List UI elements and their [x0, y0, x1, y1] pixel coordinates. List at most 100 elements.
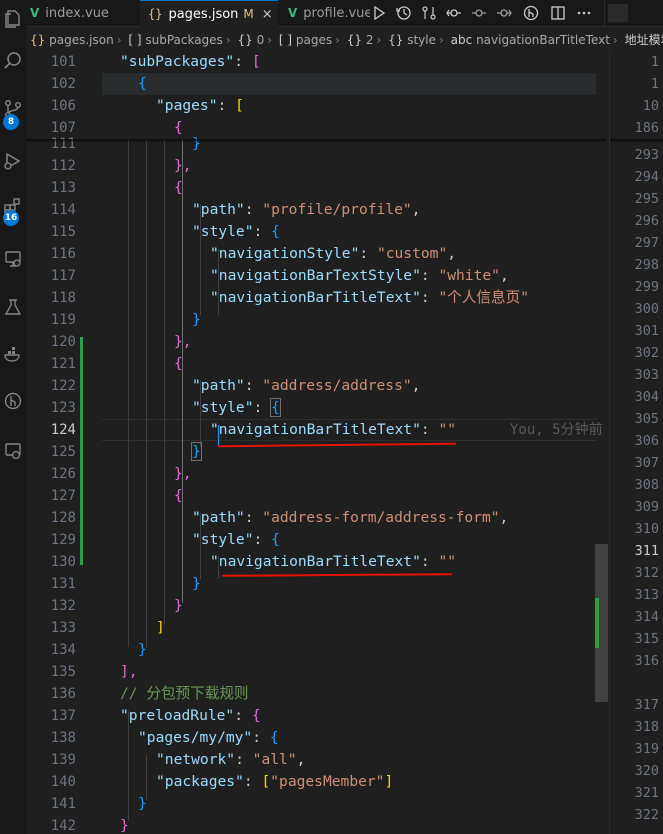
tab-index-vue[interactable]: V index.vue — [26, 0, 140, 26]
line-number: 300 — [634, 301, 659, 317]
line-number: 296 — [634, 213, 659, 229]
line-number: 119 — [50, 312, 76, 328]
code-line-135: ], — [120, 663, 138, 680]
code-line-121: { — [174, 355, 183, 372]
breadcrumb-item[interactable]: style — [407, 33, 436, 47]
compare-changes-icon[interactable] — [420, 4, 438, 22]
line-number: 121 — [50, 356, 76, 372]
more-actions-icon[interactable] — [575, 4, 593, 22]
tab-profile-vue[interactable]: V profile.vue — [282, 0, 370, 26]
line-number: 294 — [634, 169, 659, 185]
line-number: 293 — [634, 147, 659, 163]
code-line-127: { — [174, 487, 183, 504]
annotation-underline — [217, 442, 457, 448]
object-icon: {} — [346, 33, 363, 47]
second-editor-group[interactable]: 1 1 10 186 293 294 295 296 297 298 299 3… — [610, 51, 663, 834]
vertical-scrollbar[interactable] — [595, 51, 609, 834]
line-number: 116 — [50, 246, 76, 262]
line-number: 140 — [50, 774, 76, 790]
run-icon[interactable] — [370, 4, 388, 22]
code-line-138: "pages/my/my": { — [138, 729, 279, 746]
editor-tab-bar: V index.vue {} pages.json M × V profile.… — [26, 0, 663, 27]
tab-label: index.vue — [45, 5, 109, 21]
vue-icon: V — [288, 6, 298, 20]
line-number: 133 — [50, 620, 76, 636]
breadcrumb-item[interactable]: pages — [296, 33, 332, 47]
line-number: 131 — [50, 576, 76, 592]
split-editor-icon[interactable] — [549, 4, 567, 22]
docker-icon[interactable] — [0, 340, 26, 370]
line-number: 134 — [50, 642, 76, 658]
sticky-scroll-shadow — [26, 139, 606, 143]
timeline-icon[interactable] — [395, 4, 413, 22]
line-number: 111 — [50, 136, 76, 152]
code-editor[interactable]: 101 102 106 107 111 112 113 114 115 116 … — [26, 51, 663, 834]
search-icon[interactable] — [0, 46, 26, 76]
indent-guide — [164, 139, 165, 625]
line-number: 10 — [642, 98, 659, 114]
code-line-132: } — [174, 597, 183, 614]
breadcrumb-item[interactable]: navigationBarTitleText — [476, 33, 610, 47]
code-line-141: } — [138, 795, 147, 812]
code-line-140: "packages": ["pagesMember"] — [156, 773, 394, 790]
line-number: 115 — [50, 224, 76, 240]
line-number: 122 — [50, 378, 76, 394]
code-line-120: }, — [174, 333, 192, 350]
line-number: 308 — [634, 477, 659, 493]
line-number: 319 — [634, 741, 659, 757]
line-number: 113 — [50, 180, 76, 196]
json-icon: {} — [148, 7, 163, 21]
code-line-113: { — [174, 179, 183, 196]
line-number: 114 — [50, 202, 76, 218]
tab-pages-json[interactable]: {} pages.json M × — [140, 0, 278, 27]
breadcrumb-item[interactable]: 地址模块 — [625, 33, 663, 47]
line-number: 297 — [634, 235, 659, 251]
line-number: 128 — [50, 510, 76, 526]
code-line-117: "navigationBarTextStyle": "white", — [210, 267, 509, 284]
breadcrumb-item[interactable]: 2 — [366, 33, 374, 47]
line-number: 322 — [634, 807, 659, 823]
line-number: 101 — [50, 54, 76, 70]
explorer-icon[interactable] — [0, 4, 26, 34]
line-number: 130 — [50, 554, 76, 570]
line-number: 305 — [634, 411, 659, 427]
git-blame-annotation: You, 5分钟前 — [510, 422, 603, 438]
line-number: 302 — [634, 345, 659, 361]
line-number: 129 — [50, 532, 76, 548]
line-number: 117 — [50, 268, 76, 284]
indent-guide — [146, 139, 147, 647]
code-line-137: "preloadRule": { — [120, 707, 261, 724]
second-group-tab[interactable] — [608, 4, 628, 22]
line-number: 137 — [50, 708, 76, 724]
code-line-106: "pages": [ — [156, 97, 244, 114]
live-share-icon[interactable] — [0, 436, 26, 466]
tab-label: profile.vue — [303, 5, 370, 21]
previous-change-icon[interactable] — [470, 4, 488, 22]
next-change-icon[interactable] — [495, 4, 513, 22]
remote-explorer-icon[interactable] — [0, 244, 26, 274]
git-graph-icon[interactable] — [0, 386, 26, 416]
breadcrumb-item[interactable]: pages.json — [49, 33, 114, 47]
object-icon: {} — [388, 33, 404, 47]
line-number: 307 — [634, 455, 659, 471]
line-number: 142 — [50, 818, 76, 834]
open-changes-icon[interactable] — [445, 4, 463, 22]
code-line-118: "navigationBarTitleText": "个人信息页" — [210, 289, 529, 306]
line-number: 132 — [50, 598, 76, 614]
line-number: 313 — [634, 587, 659, 603]
testing-icon[interactable] — [0, 292, 26, 322]
code-line-116: "navigationStyle": "custom", — [210, 245, 457, 262]
breadcrumb-item[interactable]: subPackages — [145, 33, 222, 47]
tab-divider — [604, 0, 605, 26]
code-line-101: "subPackages": [ — [120, 53, 261, 70]
close-icon[interactable]: × — [262, 7, 273, 22]
line-number: 125 — [50, 444, 76, 460]
line-number: 1 — [650, 54, 659, 70]
line-number: 136 — [50, 686, 76, 702]
line-number: 306 — [634, 433, 659, 449]
git-change-indicator — [80, 337, 83, 565]
run-debug-icon[interactable] — [0, 146, 26, 176]
git-lens-icon[interactable] — [522, 4, 540, 22]
line-number: 304 — [634, 389, 659, 405]
breadcrumb-item[interactable]: 0 — [257, 33, 265, 47]
